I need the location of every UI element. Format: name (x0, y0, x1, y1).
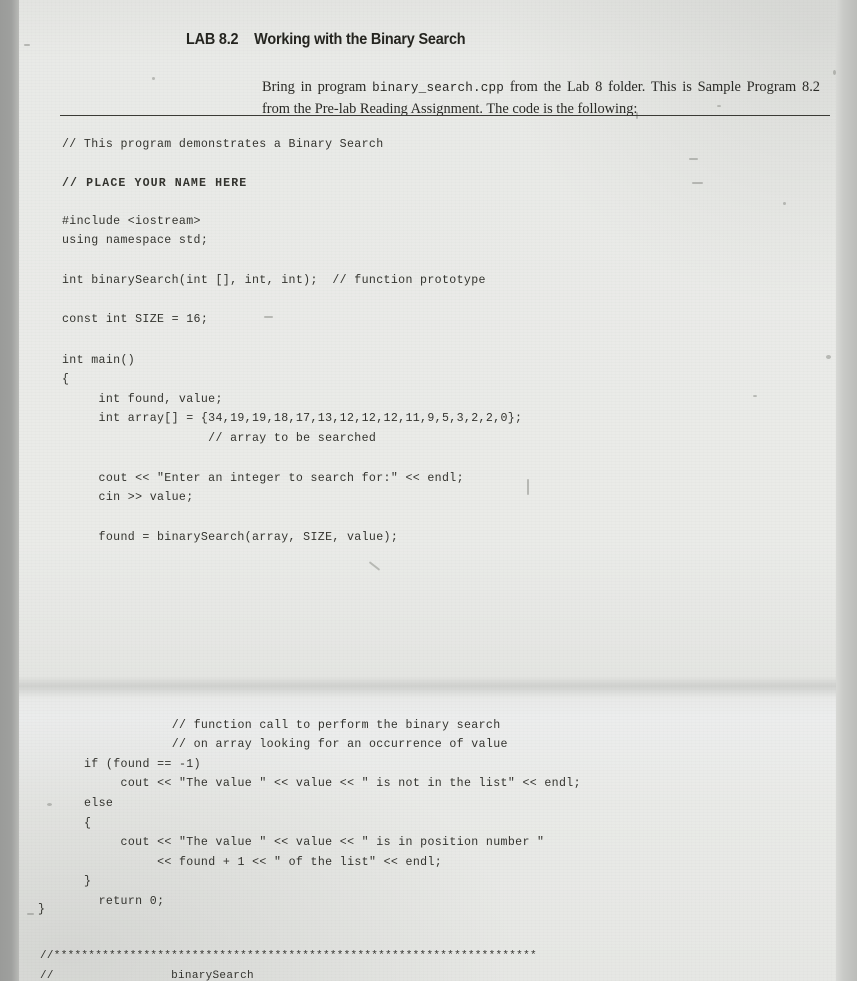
scanned-page: LAB 8.2 Working with the Binary Search Br… (0, 0, 857, 981)
lab-title-text: Working with the Binary Search (254, 31, 466, 48)
intro-text-before: Bring in program (262, 79, 373, 96)
code-function-call: found = binarySearch(array, SIZE, value)… (62, 530, 399, 544)
page-content: LAB 8.2 Working with the Binary Search Br… (0, 0, 857, 981)
code-function-prototype: int binarySearch(int [], int, int); // f… (62, 273, 486, 287)
intro-paragraph: Bring in program binary_search.cpp from … (262, 77, 820, 120)
code-main-open: int main() { (62, 353, 136, 387)
horizontal-rule (60, 115, 830, 116)
page-title: LAB 8.2 Working with the Binary Search (186, 31, 466, 49)
code-footer-banner: //**************************************… (40, 950, 537, 981)
code-includes: #include <iostream> using namespace std; (62, 214, 209, 248)
code-closing-brace: } (38, 902, 46, 916)
code-result-block: // function call to perform the binary s… (84, 718, 581, 908)
lab-number: LAB 8.2 (186, 31, 239, 48)
code-declarations: int found, value; int array[] = {34,19,1… (98, 392, 523, 445)
source-filename: binary_search.cpp (372, 81, 505, 96)
code-name-placeholder: // PLACE YOUR NAME HERE (62, 176, 248, 190)
code-header-comment: // This program demonstrates a Binary Se… (62, 137, 384, 151)
code-const-size: const int SIZE = 16; (62, 312, 209, 326)
code-io-block: cout << "Enter an integer to search for:… (98, 471, 464, 505)
